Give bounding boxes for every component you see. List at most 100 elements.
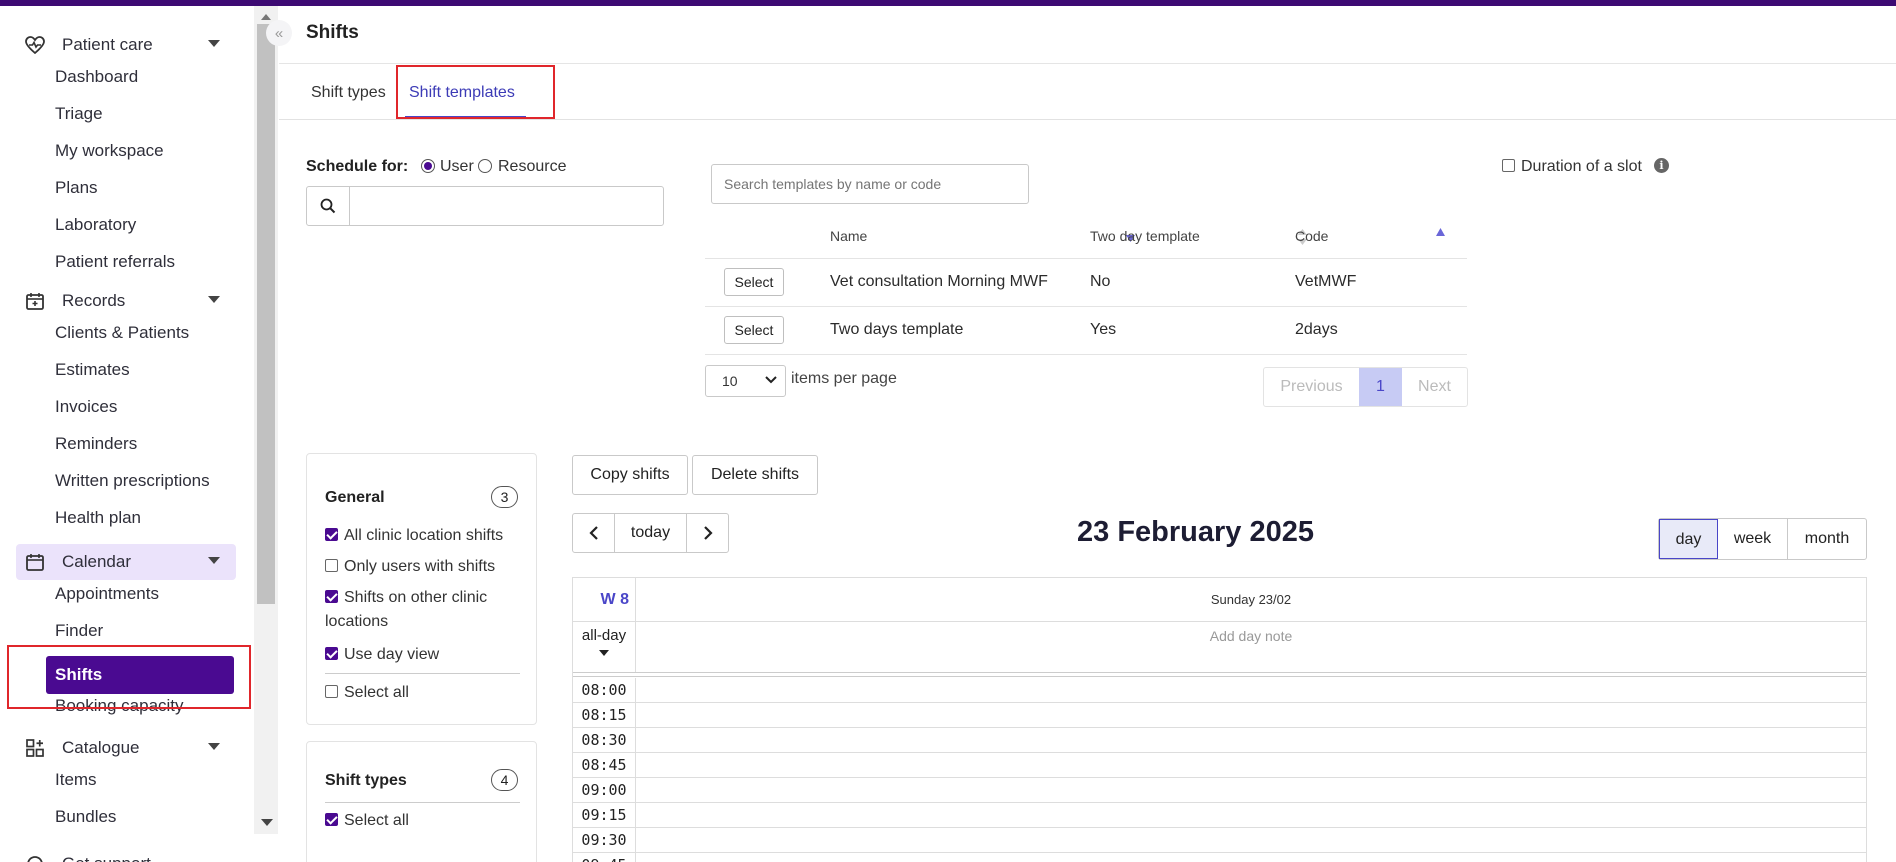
pagination-previous[interactable]: Previous bbox=[1264, 368, 1359, 406]
info-icon[interactable]: i bbox=[1654, 158, 1669, 173]
table-row: Select Vet consultation Morning MWF No V… bbox=[705, 258, 1467, 306]
pagination-page[interactable]: 1 bbox=[1359, 368, 1402, 406]
time-slot-row[interactable]: 08:00 bbox=[573, 678, 1866, 703]
sidebar-section-calendar[interactable]: Calendar bbox=[16, 544, 236, 580]
sort-asc-icon[interactable] bbox=[1436, 228, 1445, 236]
user-search-field[interactable] bbox=[306, 186, 664, 226]
calendar-today-button[interactable]: today bbox=[614, 513, 687, 553]
calendar-prev-button[interactable] bbox=[572, 513, 615, 553]
general-panel-title: General bbox=[325, 489, 385, 506]
sidebar-section-label: Get support bbox=[62, 854, 151, 862]
shift-types-panel-title: Shift types bbox=[325, 772, 407, 789]
sidebar-item-finder[interactable]: Finder bbox=[55, 619, 103, 643]
page-title: Shifts bbox=[306, 22, 359, 43]
time-label: 09:30 bbox=[573, 828, 636, 853]
delete-shifts-button[interactable]: Delete shifts bbox=[692, 455, 818, 495]
search-icon bbox=[320, 198, 336, 214]
panel-divider bbox=[325, 673, 520, 674]
select-template-button[interactable]: Select bbox=[724, 316, 784, 344]
sidebar-item-written-prescriptions[interactable]: Written prescriptions bbox=[55, 469, 210, 493]
sidebar-item-items[interactable]: Items bbox=[55, 768, 97, 792]
sidebar-item-health-plan[interactable]: Health plan bbox=[55, 506, 141, 530]
time-label: 08:45 bbox=[573, 753, 636, 778]
search-button[interactable] bbox=[307, 187, 350, 225]
page-header: Shifts bbox=[279, 6, 1896, 64]
time-label: 09:15 bbox=[573, 803, 636, 828]
template-code: VetMWF bbox=[1295, 273, 1357, 290]
sidebar-scrollbar[interactable] bbox=[254, 6, 278, 834]
scroll-down-icon[interactable] bbox=[261, 819, 273, 826]
sidebar-item-patient-referrals[interactable]: Patient referrals bbox=[55, 250, 175, 274]
highlight-box-shifts bbox=[7, 645, 251, 709]
add-day-note[interactable]: Add day note bbox=[636, 622, 1866, 672]
duration-of-slot-checkbox[interactable] bbox=[1502, 159, 1515, 172]
chevron-down-icon bbox=[765, 376, 777, 384]
sidebar-section-patient-care[interactable]: Patient care bbox=[16, 27, 236, 63]
chevron-down-icon bbox=[208, 296, 220, 303]
column-header-name[interactable]: Name bbox=[830, 228, 867, 244]
catalogue-grid-icon bbox=[24, 737, 46, 759]
checkbox-only-users-with-shifts[interactable] bbox=[325, 559, 338, 572]
heart-pulse-icon bbox=[24, 34, 46, 56]
records-folder-icon bbox=[24, 290, 46, 312]
sidebar-item-laboratory[interactable]: Laboratory bbox=[55, 213, 136, 237]
scroll-up-icon[interactable] bbox=[261, 14, 271, 20]
time-slot-row[interactable]: 09:00 bbox=[573, 778, 1866, 803]
time-slot-row[interactable]: 08:45 bbox=[573, 753, 1866, 778]
radio-user[interactable] bbox=[421, 159, 435, 173]
column-header-code[interactable]: Code bbox=[1295, 228, 1328, 244]
sidebar-item-triage[interactable]: Triage bbox=[55, 102, 103, 126]
radio-resource-label: Resource bbox=[498, 158, 567, 175]
template-search-input[interactable] bbox=[711, 164, 1029, 204]
checkbox-select-all-general[interactable] bbox=[325, 685, 338, 698]
pagination-next[interactable]: Next bbox=[1402, 368, 1467, 406]
sidebar-item-reminders[interactable]: Reminders bbox=[55, 432, 137, 456]
sidebar-section-get-support[interactable]: Get support bbox=[16, 846, 236, 862]
column-header-two-day[interactable]: Two day template bbox=[1090, 228, 1200, 244]
checkbox-label: Select all bbox=[344, 684, 409, 701]
time-slot-row[interactable]: 09:30 bbox=[573, 828, 1866, 853]
time-label: 09:45 bbox=[573, 853, 636, 862]
time-slot-row[interactable]: 08:30 bbox=[573, 728, 1866, 753]
items-per-page-select[interactable]: 10 bbox=[705, 365, 786, 397]
checkbox-all-clinic-location-shifts[interactable] bbox=[325, 528, 338, 541]
checkbox-select-all-shift-types[interactable] bbox=[325, 813, 338, 826]
support-icon bbox=[24, 853, 46, 862]
caret-down-icon bbox=[599, 650, 609, 656]
checkbox-label: Use day view bbox=[344, 646, 440, 663]
sidebar-item-clients-patients[interactable]: Clients & Patients bbox=[55, 321, 189, 345]
duration-of-slot-label: Duration of a slot bbox=[1521, 158, 1642, 175]
time-slot-row[interactable]: 08:15 bbox=[573, 703, 1866, 728]
sidebar-section-label: Catalogue bbox=[62, 738, 140, 757]
view-week-button[interactable]: week bbox=[1718, 519, 1788, 559]
table-bottom-border bbox=[705, 354, 1467, 355]
time-slot-row[interactable]: 09:45 bbox=[573, 853, 1866, 862]
sidebar-section-records[interactable]: Records bbox=[16, 283, 236, 319]
sidebar-item-estimates[interactable]: Estimates bbox=[55, 358, 130, 382]
template-two-day: Yes bbox=[1090, 321, 1117, 338]
sidebar-item-plans[interactable]: Plans bbox=[55, 176, 98, 200]
scrollbar-thumb[interactable] bbox=[257, 24, 275, 604]
checkbox-use-day-view[interactable] bbox=[325, 647, 338, 660]
chevron-left-icon bbox=[588, 526, 598, 540]
sidebar-item-my-workspace[interactable]: My workspace bbox=[55, 139, 164, 163]
sidebar-item-appointments[interactable]: Appointments bbox=[55, 582, 159, 606]
calendar-icon bbox=[24, 551, 46, 573]
calendar-next-button[interactable] bbox=[686, 513, 729, 553]
view-month-button[interactable]: month bbox=[1788, 519, 1866, 559]
sidebar-item-invoices[interactable]: Invoices bbox=[55, 395, 117, 419]
copy-shifts-button[interactable]: Copy shifts bbox=[572, 455, 688, 495]
radio-resource[interactable] bbox=[478, 159, 492, 173]
sidebar-section-label: Calendar bbox=[62, 552, 131, 571]
view-day-button[interactable]: day bbox=[1659, 519, 1718, 559]
template-code: 2days bbox=[1295, 321, 1338, 338]
panel-divider bbox=[325, 802, 520, 803]
all-day-toggle[interactable]: all-day bbox=[573, 622, 636, 672]
select-template-button[interactable]: Select bbox=[724, 268, 784, 296]
sidebar-item-dashboard[interactable]: Dashboard bbox=[55, 65, 138, 89]
sidebar-item-bundles[interactable]: Bundles bbox=[55, 805, 116, 829]
tab-shift-types[interactable]: Shift types bbox=[311, 84, 386, 102]
sidebar-section-catalogue[interactable]: Catalogue bbox=[16, 730, 236, 766]
time-slot-row[interactable]: 09:15 bbox=[573, 803, 1866, 828]
general-filter-panel: General 3 All clinic location shifts Onl… bbox=[306, 453, 537, 725]
